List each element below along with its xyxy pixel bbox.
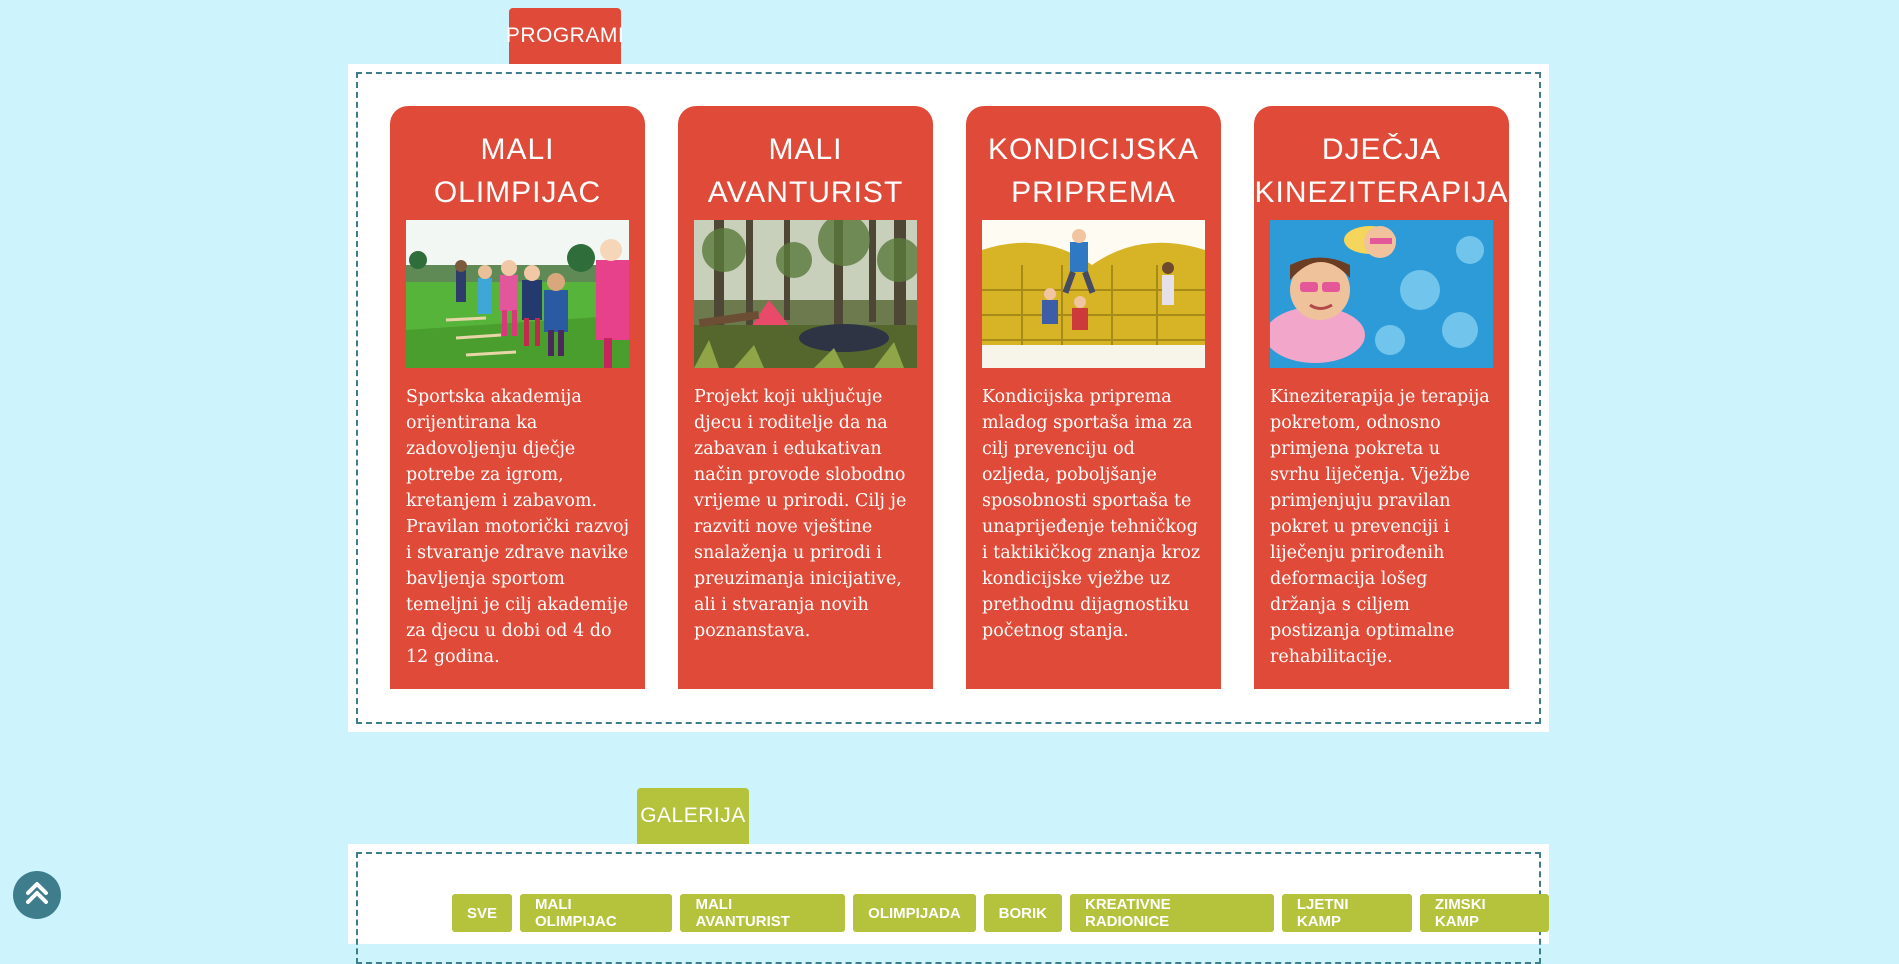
gallery-filters: SVE MALI OLIMPIJAC MALI AVANTURIST OLIMP… (452, 894, 1549, 932)
tab-galerija[interactable]: GALERIJA (637, 788, 749, 844)
card-title: MALI OLIMPIJAC (406, 122, 629, 220)
card-title-line1: MALI (480, 133, 555, 166)
card-description: Sportska akademija orijentirana ka zadov… (406, 387, 630, 667)
kids-in-pool-image (1270, 220, 1493, 368)
filter-kreativne-radionice[interactable]: KREATIVNE RADIONICE (1070, 894, 1274, 932)
tab-programi[interactable]: PROGRAMI (506, 8, 624, 64)
card-description: Kineziterapija je terapija pokretom, odn… (1270, 387, 1490, 667)
forest-camp-tent-image (694, 220, 917, 368)
double-chevron-up-icon (23, 879, 51, 911)
filter-sve[interactable]: SVE (452, 894, 513, 932)
gallery-panel: SVE MALI OLIMPIJAC MALI AVANTURIST OLIMP… (348, 844, 1549, 964)
card-title-line2: PRIPREMA (1011, 176, 1176, 209)
children-on-grass-field-image (406, 220, 629, 368)
card-title-line2: AVANTURIST (707, 176, 904, 209)
filter-borik[interactable]: BORIK (983, 894, 1063, 932)
bouncy-castle-jump-image (982, 220, 1205, 368)
card-description: Projekt koji uključuje djecu i roditelje… (694, 387, 907, 641)
card-title-line1: DJEČJA (1321, 133, 1442, 166)
program-cards: MALI OLIMPIJAC Sportska akademija orijen… (390, 106, 1509, 689)
card-title-line2: OLIMPIJAC (433, 176, 602, 209)
card-title-line1: KONDICIJSKA (987, 133, 1200, 166)
filter-zimski-kamp[interactable]: ZIMSKI KAMP (1419, 894, 1549, 932)
card-title: DJEČJA KINEZITERAPIJA (1254, 122, 1507, 220)
card-title-line2: KINEZITERAPIJA (1254, 176, 1509, 209)
scroll-to-top-button[interactable] (13, 871, 61, 919)
filter-ljetni-kamp[interactable]: LJETNI KAMP (1281, 894, 1412, 932)
card-title: KONDICIJSKA PRIPREMA (982, 122, 1205, 220)
program-card-mali-olimpijac[interactable]: MALI OLIMPIJAC Sportska akademija orijen… (390, 106, 645, 689)
filter-mali-avanturist[interactable]: MALI AVANTURIST (680, 894, 846, 932)
program-card-kondicijska-priprema[interactable]: KONDICIJSKA PRIPREMA Kondicijska priprem… (966, 106, 1221, 689)
program-card-djecja-kineziterapija[interactable]: DJEČJA KINEZITERAPIJA Kineziterapija je t… (1254, 106, 1509, 689)
card-description: Kondicijska priprema mladog sportaša ima… (982, 387, 1201, 641)
filter-mali-olimpijac[interactable]: MALI OLIMPIJAC (520, 894, 673, 932)
program-card-mali-avanturist[interactable]: MALI AVANTURIST Projekt koji uključuje dj… (678, 106, 933, 689)
programs-panel: MALI OLIMPIJAC Sportska akademija orijen… (348, 64, 1549, 732)
card-title-line1: MALI (768, 133, 843, 166)
filter-olimpijada[interactable]: OLIMPIJADA (853, 894, 976, 932)
card-title: MALI AVANTURIST (694, 122, 917, 220)
